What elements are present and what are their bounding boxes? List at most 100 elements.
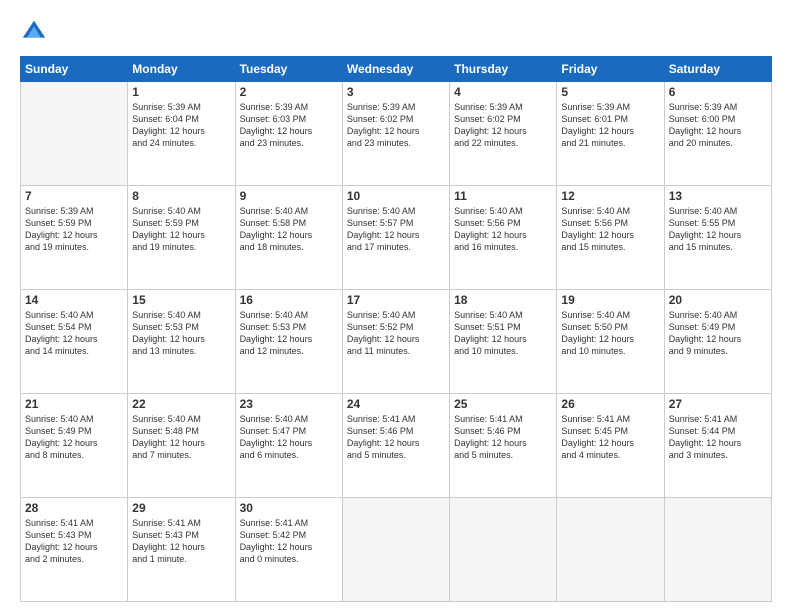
day-number: 9	[240, 189, 338, 203]
day-number: 3	[347, 85, 445, 99]
logo-icon	[20, 18, 48, 46]
calendar-week: 21 Sunrise: 5:40 AM Sunset: 5:49 PM Dayli…	[21, 394, 772, 498]
day-number: 18	[454, 293, 552, 307]
calendar-cell: 24 Sunrise: 5:41 AM Sunset: 5:46 PM Dayli…	[342, 394, 449, 498]
calendar-cell: 17 Sunrise: 5:40 AM Sunset: 5:52 PM Dayli…	[342, 290, 449, 394]
cell-info: Sunrise: 5:41 AM Sunset: 5:46 PM Dayligh…	[347, 413, 445, 462]
day-number: 11	[454, 189, 552, 203]
calendar-cell: 6 Sunrise: 5:39 AM Sunset: 6:00 PM Daylig…	[664, 82, 771, 186]
cell-info: Sunrise: 5:39 AM Sunset: 5:59 PM Dayligh…	[25, 205, 123, 254]
logo	[20, 18, 54, 46]
cell-info: Sunrise: 5:41 AM Sunset: 5:42 PM Dayligh…	[240, 517, 338, 566]
day-number: 21	[25, 397, 123, 411]
cell-info: Sunrise: 5:40 AM Sunset: 5:49 PM Dayligh…	[669, 309, 767, 358]
cell-info: Sunrise: 5:41 AM Sunset: 5:46 PM Dayligh…	[454, 413, 552, 462]
day-number: 23	[240, 397, 338, 411]
header-day: Friday	[557, 57, 664, 82]
header-day: Sunday	[21, 57, 128, 82]
calendar-week: 28 Sunrise: 5:41 AM Sunset: 5:43 PM Dayli…	[21, 498, 772, 602]
cell-info: Sunrise: 5:41 AM Sunset: 5:43 PM Dayligh…	[25, 517, 123, 566]
calendar-cell: 23 Sunrise: 5:40 AM Sunset: 5:47 PM Dayli…	[235, 394, 342, 498]
calendar-cell: 3 Sunrise: 5:39 AM Sunset: 6:02 PM Daylig…	[342, 82, 449, 186]
calendar-cell: 2 Sunrise: 5:39 AM Sunset: 6:03 PM Daylig…	[235, 82, 342, 186]
calendar-cell: 27 Sunrise: 5:41 AM Sunset: 5:44 PM Dayli…	[664, 394, 771, 498]
calendar-cell: 15 Sunrise: 5:40 AM Sunset: 5:53 PM Dayli…	[128, 290, 235, 394]
cell-info: Sunrise: 5:40 AM Sunset: 5:59 PM Dayligh…	[132, 205, 230, 254]
cell-info: Sunrise: 5:40 AM Sunset: 5:53 PM Dayligh…	[240, 309, 338, 358]
calendar-cell: 11 Sunrise: 5:40 AM Sunset: 5:56 PM Dayli…	[450, 186, 557, 290]
calendar-cell: 22Sunrise: 5:40 AM Sunset: 5:48 PM Dayli…	[128, 394, 235, 498]
cell-info: Sunrise: 5:40 AM Sunset: 5:56 PM Dayligh…	[454, 205, 552, 254]
header	[20, 18, 772, 46]
day-number: 2	[240, 85, 338, 99]
cell-info: Sunrise: 5:40 AM Sunset: 5:47 PM Dayligh…	[240, 413, 338, 462]
header-day: Thursday	[450, 57, 557, 82]
cell-info: Sunrise: 5:40 AM Sunset: 5:51 PM Dayligh…	[454, 309, 552, 358]
header-day: Wednesday	[342, 57, 449, 82]
day-number: 29	[132, 501, 230, 515]
cell-info: Sunrise: 5:40 AM Sunset: 5:48 PM Dayligh…	[132, 413, 230, 462]
calendar-cell: 25 Sunrise: 5:41 AM Sunset: 5:46 PM Dayli…	[450, 394, 557, 498]
calendar-cell: 7 Sunrise: 5:39 AM Sunset: 5:59 PM Daylig…	[21, 186, 128, 290]
calendar-cell	[450, 498, 557, 602]
day-number: 24	[347, 397, 445, 411]
day-number: 10	[347, 189, 445, 203]
page: SundayMondayTuesdayWednesdayThursdayFrid…	[0, 0, 792, 612]
day-number: 14	[25, 293, 123, 307]
cell-info: Sunrise: 5:41 AM Sunset: 5:43 PM Dayligh…	[132, 517, 230, 566]
day-number: 4	[454, 85, 552, 99]
cell-info: Sunrise: 5:40 AM Sunset: 5:55 PM Dayligh…	[669, 205, 767, 254]
day-number: 26	[561, 397, 659, 411]
calendar-cell: 29 Sunrise: 5:41 AM Sunset: 5:43 PM Dayli…	[128, 498, 235, 602]
day-number: 28	[25, 501, 123, 515]
calendar-body: 1Sunrise: 5:39 AM Sunset: 6:04 PM Daylig…	[21, 82, 772, 602]
calendar-cell: 5Sunrise: 5:39 AM Sunset: 6:01 PM Daylig…	[557, 82, 664, 186]
cell-info: Sunrise: 5:40 AM Sunset: 5:57 PM Dayligh…	[347, 205, 445, 254]
calendar-cell: 30 Sunrise: 5:41 AM Sunset: 5:42 PM Dayli…	[235, 498, 342, 602]
calendar-cell: 10 Sunrise: 5:40 AM Sunset: 5:57 PM Dayli…	[342, 186, 449, 290]
calendar-week: 7 Sunrise: 5:39 AM Sunset: 5:59 PM Daylig…	[21, 186, 772, 290]
day-number: 7	[25, 189, 123, 203]
header-row: SundayMondayTuesdayWednesdayThursdayFrid…	[21, 57, 772, 82]
calendar-week: 14 Sunrise: 5:40 AM Sunset: 5:54 PM Dayli…	[21, 290, 772, 394]
calendar-cell: 9 Sunrise: 5:40 AM Sunset: 5:58 PM Daylig…	[235, 186, 342, 290]
cell-info: Sunrise: 5:40 AM Sunset: 5:58 PM Dayligh…	[240, 205, 338, 254]
day-number: 25	[454, 397, 552, 411]
calendar-header: SundayMondayTuesdayWednesdayThursdayFrid…	[21, 57, 772, 82]
day-number: 17	[347, 293, 445, 307]
calendar-table: SundayMondayTuesdayWednesdayThursdayFrid…	[20, 56, 772, 602]
calendar-cell	[21, 82, 128, 186]
calendar-cell: 21 Sunrise: 5:40 AM Sunset: 5:49 PM Dayli…	[21, 394, 128, 498]
day-number: 1	[132, 85, 230, 99]
cell-info: Sunrise: 5:40 AM Sunset: 5:49 PM Dayligh…	[25, 413, 123, 462]
day-number: 12	[561, 189, 659, 203]
calendar-cell: 8 Sunrise: 5:40 AM Sunset: 5:59 PM Daylig…	[128, 186, 235, 290]
calendar-cell: 1Sunrise: 5:39 AM Sunset: 6:04 PM Daylig…	[128, 82, 235, 186]
cell-info: Sunrise: 5:40 AM Sunset: 5:56 PM Dayligh…	[561, 205, 659, 254]
calendar-week: 1Sunrise: 5:39 AM Sunset: 6:04 PM Daylig…	[21, 82, 772, 186]
cell-info: Sunrise: 5:40 AM Sunset: 5:53 PM Dayligh…	[132, 309, 230, 358]
cell-info: Sunrise: 5:39 AM Sunset: 6:03 PM Dayligh…	[240, 101, 338, 150]
calendar-cell	[342, 498, 449, 602]
cell-info: Sunrise: 5:39 AM Sunset: 6:00 PM Dayligh…	[669, 101, 767, 150]
calendar-cell: 4Sunrise: 5:39 AM Sunset: 6:02 PM Daylig…	[450, 82, 557, 186]
day-number: 30	[240, 501, 338, 515]
day-number: 8	[132, 189, 230, 203]
calendar-cell: 12 Sunrise: 5:40 AM Sunset: 5:56 PM Dayli…	[557, 186, 664, 290]
cell-info: Sunrise: 5:41 AM Sunset: 5:44 PM Dayligh…	[669, 413, 767, 462]
cell-info: Sunrise: 5:39 AM Sunset: 6:01 PM Dayligh…	[561, 101, 659, 150]
day-number: 6	[669, 85, 767, 99]
cell-info: Sunrise: 5:40 AM Sunset: 5:54 PM Dayligh…	[25, 309, 123, 358]
cell-info: Sunrise: 5:40 AM Sunset: 5:52 PM Dayligh…	[347, 309, 445, 358]
day-number: 15	[132, 293, 230, 307]
calendar-cell: 16Sunrise: 5:40 AM Sunset: 5:53 PM Dayli…	[235, 290, 342, 394]
calendar-cell: 26Sunrise: 5:41 AM Sunset: 5:45 PM Dayli…	[557, 394, 664, 498]
calendar-cell: 28 Sunrise: 5:41 AM Sunset: 5:43 PM Dayli…	[21, 498, 128, 602]
calendar-cell	[664, 498, 771, 602]
calendar-cell: 18 Sunrise: 5:40 AM Sunset: 5:51 PM Dayli…	[450, 290, 557, 394]
header-day: Monday	[128, 57, 235, 82]
cell-info: Sunrise: 5:39 AM Sunset: 6:02 PM Dayligh…	[347, 101, 445, 150]
header-day: Saturday	[664, 57, 771, 82]
day-number: 19	[561, 293, 659, 307]
day-number: 27	[669, 397, 767, 411]
